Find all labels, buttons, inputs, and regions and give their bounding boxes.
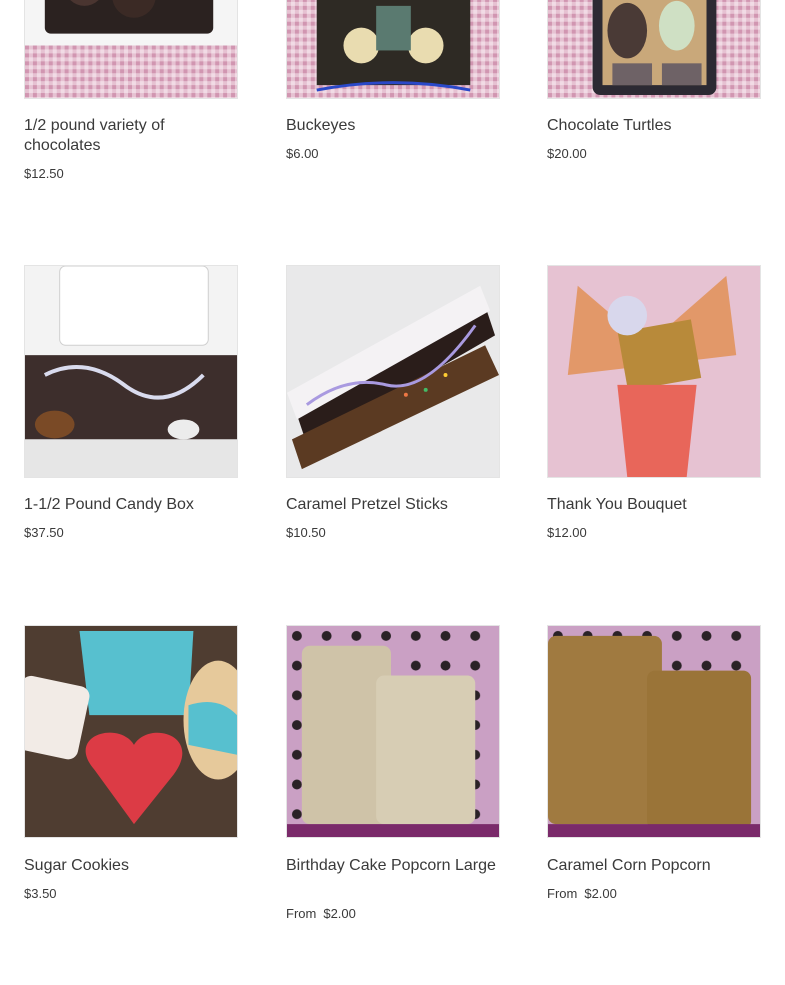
product-name[interactable]: Caramel Pretzel Sticks xyxy=(286,495,496,515)
price-from-label: From xyxy=(286,906,317,921)
product-price: $37.50 xyxy=(24,524,64,542)
product-price: $20.00 xyxy=(547,145,587,163)
product-image[interactable] xyxy=(24,0,238,99)
price-from-label: From xyxy=(547,886,578,901)
product-name[interactable]: Caramel Corn Popcorn xyxy=(547,856,757,876)
price-value: $20.00 xyxy=(547,146,587,161)
price-value: $2.00 xyxy=(323,906,356,921)
product-image[interactable] xyxy=(547,265,761,478)
product-price: $6.00 xyxy=(286,145,319,163)
price-value: $12.00 xyxy=(547,525,587,540)
product-price: $12.50 xyxy=(24,165,64,183)
product-image[interactable] xyxy=(286,265,500,478)
product-price: From $2.00 xyxy=(547,885,617,903)
product-name[interactable]: Thank You Bouquet xyxy=(547,495,757,515)
product-name[interactable]: 1/2 pound variety of chocolates xyxy=(24,116,234,156)
product-image[interactable] xyxy=(286,0,500,99)
price-value: $37.50 xyxy=(24,525,64,540)
product-name[interactable]: Sugar Cookies xyxy=(24,856,234,876)
product-name[interactable]: 1-1/2 Pound Candy Box xyxy=(24,495,234,515)
product-image[interactable] xyxy=(24,625,238,838)
price-value: $3.50 xyxy=(24,886,57,901)
price-value: $10.50 xyxy=(286,525,326,540)
product-price: $10.50 xyxy=(286,524,326,542)
product-price: $12.00 xyxy=(547,524,587,542)
price-value: $2.00 xyxy=(584,886,617,901)
price-value: $12.50 xyxy=(24,166,64,181)
product-name[interactable]: Buckeyes xyxy=(286,116,496,136)
product-image[interactable] xyxy=(24,265,238,478)
price-value: $6.00 xyxy=(286,146,319,161)
product-price: From $2.00 xyxy=(286,905,356,923)
product-image[interactable] xyxy=(286,625,500,838)
product-price: $3.50 xyxy=(24,885,57,903)
product-name[interactable]: Birthday Cake Popcorn Large xyxy=(286,856,496,876)
product-image[interactable] xyxy=(547,0,761,99)
product-image[interactable] xyxy=(547,625,761,838)
product-name[interactable]: Chocolate Turtles xyxy=(547,116,757,136)
